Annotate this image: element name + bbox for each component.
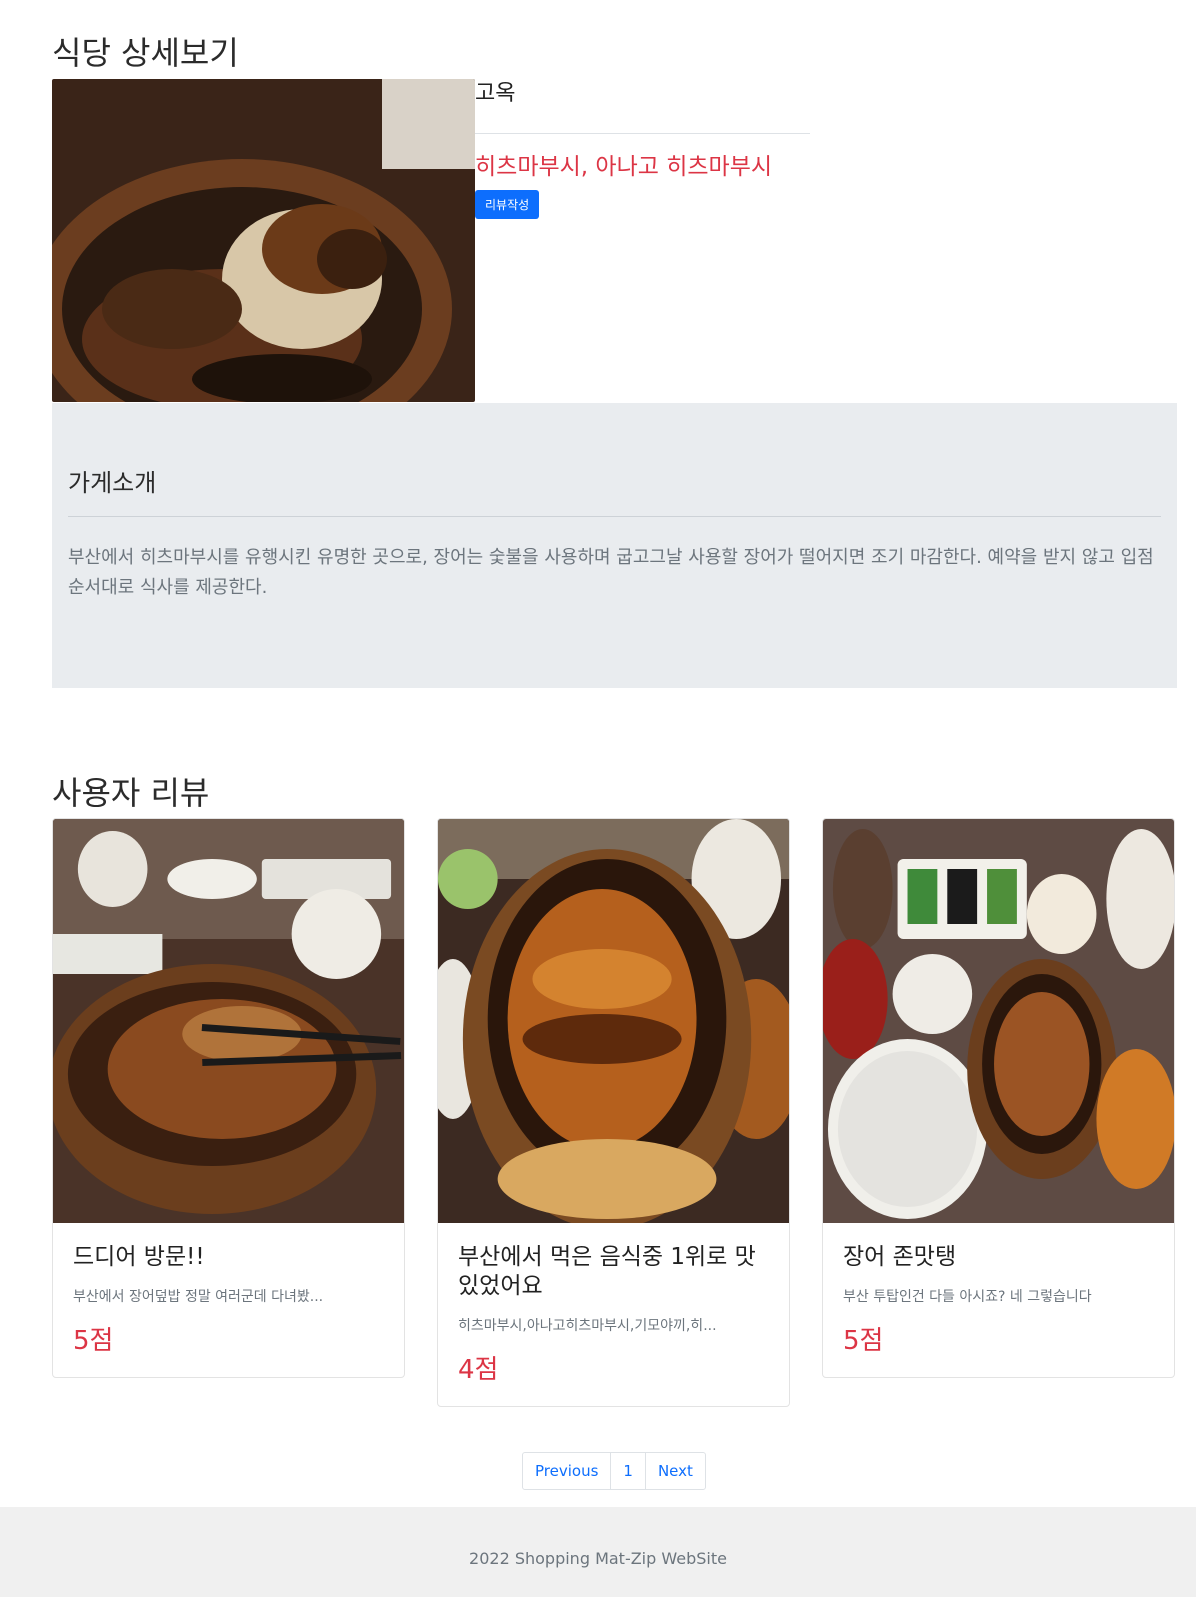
page-title: 식당 상세보기 (52, 34, 239, 72)
divider (475, 133, 810, 134)
review-card[interactable]: 장어 존맛탱 부산 투탑인건 다들 아시죠? 네 그렇습니다 5점 (822, 818, 1175, 1378)
pagination: Previous 1 Next (522, 1452, 706, 1490)
review-photo (53, 819, 404, 1223)
review-text: 부산 투탑인건 다들 아시죠? 네 그렇습니다 (843, 1289, 1092, 1305)
pagination-next[interactable]: Next (646, 1453, 705, 1489)
footer-text: 2022 Shopping Mat-Zip WebSite (469, 1549, 727, 1568)
intro-text: 부산에서 히츠마부시를 유행시킨 유명한 곳으로, 장어는 숯불을 사용하며 굽… (68, 547, 1154, 598)
review-text: 히츠마부시,아나고히츠마부시,기모야끼,히... (458, 1318, 717, 1334)
restaurant-menu: 히츠마부시, 아나고 히츠마부시 (475, 154, 773, 180)
review-photo (438, 819, 789, 1223)
pagination-page[interactable]: 1 (611, 1453, 646, 1489)
review-score: 5점 (73, 1326, 114, 1356)
review-title: 부산에서 먹은 음식중 1위로 맛있었어요 (458, 1244, 756, 1299)
intro-title: 가게소개 (68, 463, 1161, 517)
restaurant-intro: 가게소개 부산에서 히츠마부시를 유행시킨 유명한 곳으로, 장어는 숯불을 사… (52, 403, 1177, 688)
pagination-previous[interactable]: Previous (523, 1453, 612, 1489)
footer: 2022 Shopping Mat-Zip WebSite (0, 1507, 1196, 1597)
review-score: 4점 (458, 1355, 499, 1385)
review-photo (823, 819, 1174, 1223)
write-review-button[interactable]: 리뷰작성 (475, 190, 540, 219)
review-card[interactable]: 드디어 방문!! 부산에서 장어덮밥 정말 여러군데 다녀봤... 5점 (52, 818, 405, 1378)
restaurant-info: 고옥 히츠마부시, 아나고 히츠마부시 리뷰작성 (475, 79, 810, 219)
restaurant-category: 고옥 (475, 81, 516, 106)
review-score: 5점 (843, 1326, 884, 1356)
review-title: 드디어 방문!! (73, 1244, 205, 1270)
restaurant-photo (52, 79, 475, 402)
review-title: 장어 존맛탱 (843, 1244, 957, 1270)
reviews-title: 사용자 리뷰 (52, 774, 210, 812)
review-text: 부산에서 장어덮밥 정말 여러군데 다녀봤... (73, 1289, 324, 1305)
review-card[interactable]: 부산에서 먹은 음식중 1위로 맛있었어요 히츠마부시,아나고히츠마부시,기모야… (437, 818, 790, 1407)
